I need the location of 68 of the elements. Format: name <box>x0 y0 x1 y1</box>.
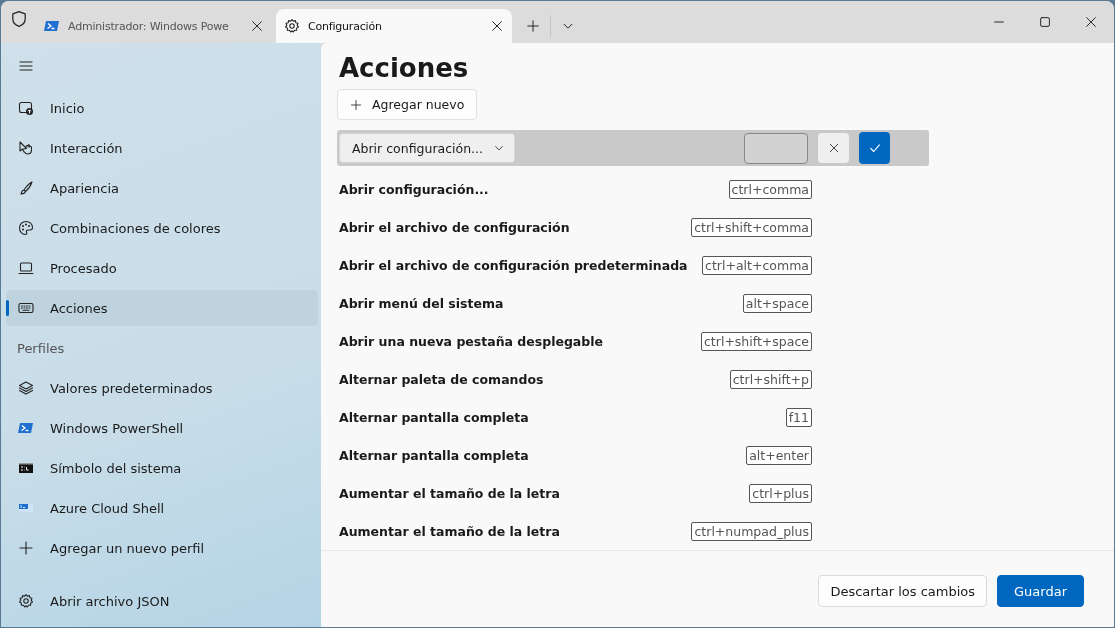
check-icon <box>867 141 882 155</box>
close-icon <box>1084 15 1098 29</box>
key-binding[interactable]: alt+space <box>742 293 812 313</box>
save-button[interactable]: Guardar <box>997 575 1084 607</box>
sidebar-item[interactable]: Azure Cloud Shell <box>6 490 318 526</box>
key-binding[interactable]: f11 <box>785 407 812 427</box>
add-new-button[interactable]: Agregar nuevo <box>337 89 478 120</box>
tab[interactable]: Administrador: Windows Powe <box>36 9 272 43</box>
confirm-button[interactable] <box>859 132 890 164</box>
sidebar-item[interactable]: Combinaciones de colores <box>6 210 318 246</box>
key-binding[interactable]: alt+enter <box>746 445 812 465</box>
key-binding[interactable]: ctrl+shift+p <box>729 369 812 389</box>
tab-title: Configuración <box>308 19 383 33</box>
sidebar-item[interactable]: Windows PowerShell <box>6 410 318 446</box>
layers-icon <box>18 380 34 396</box>
sidebar-item[interactable]: Procesado <box>6 250 318 286</box>
sidebar-item[interactable]: Acciones <box>6 290 318 326</box>
action-name: Alternar pantalla completa <box>339 409 529 425</box>
palette-icon <box>18 220 34 236</box>
action-name: Abrir menú del sistema <box>339 295 504 311</box>
shield-icon[interactable] <box>10 10 28 28</box>
action-name: Alternar pantalla completa <box>339 447 529 463</box>
sidebar-item[interactable]: Agregar un nuevo perfil <box>6 530 318 566</box>
key-binding[interactable]: ctrl+plus <box>749 483 812 503</box>
sidebar-item[interactable]: Apariencia <box>6 170 318 206</box>
action-name: Abrir configuración... <box>339 181 489 197</box>
close-icon[interactable] <box>490 19 504 33</box>
action-name: Abrir el archivo de configuración predeterminada <box>339 257 688 273</box>
key-input-field[interactable] <box>744 132 808 164</box>
key-binding[interactable]: ctrl+comma <box>728 179 812 199</box>
close-icon <box>827 142 840 154</box>
action-name: Alternar paleta de comandos <box>339 371 544 387</box>
keyboard-icon <box>18 300 34 316</box>
maximize-icon <box>1038 15 1052 29</box>
tab-title: Administrador: Windows Powe <box>68 19 230 33</box>
action-name: Aumentar el tamaño de la letra <box>339 485 560 501</box>
sidebar-item[interactable]: Valores predeterminados <box>6 370 318 406</box>
gear-icon <box>18 593 34 609</box>
pointer-hand-icon <box>18 140 34 156</box>
key-binding[interactable]: ctrl+shift+comma <box>691 217 812 237</box>
gear-icon <box>284 18 300 34</box>
page-title: Acciones <box>339 52 470 85</box>
plus-icon <box>350 98 362 111</box>
home-icon <box>18 100 34 116</box>
laptop-icon <box>18 260 34 276</box>
sidebar-item[interactable]: Símbolo del sistema <box>6 450 318 486</box>
plus-icon <box>18 540 34 556</box>
cancel-button[interactable] <box>818 133 849 163</box>
terminal-icon <box>18 460 34 476</box>
terminal-icon <box>44 18 60 34</box>
sidebar-item[interactable]: Inicio <box>6 90 318 126</box>
close-icon[interactable] <box>250 19 264 33</box>
key-binding[interactable]: ctrl+alt+comma <box>702 255 812 275</box>
tab[interactable]: Configuración <box>276 9 512 43</box>
action-name: Aumentar el tamaño de la letra <box>339 523 560 539</box>
action-dropdown[interactable]: Abrir configuración... <box>339 133 515 163</box>
section-header: Perfiles <box>16 339 66 358</box>
menu-icon <box>18 58 34 74</box>
brush-icon <box>18 180 34 196</box>
sidebar-item[interactable]: Interacción <box>6 130 318 166</box>
discard-button[interactable]: Descartar los cambios <box>818 575 988 607</box>
action-name: Abrir el archivo de configuración <box>339 219 570 235</box>
key-binding[interactable]: ctrl+shift+space <box>701 331 812 351</box>
plus-icon <box>526 19 540 33</box>
action-name: Abrir una nueva pestaña desplegable <box>339 333 603 349</box>
key-binding[interactable]: ctrl+numpad_plus <box>691 521 812 541</box>
terminal-icon <box>18 420 34 436</box>
sidebar-item[interactable]: Abrir archivo JSON <box>6 583 318 619</box>
